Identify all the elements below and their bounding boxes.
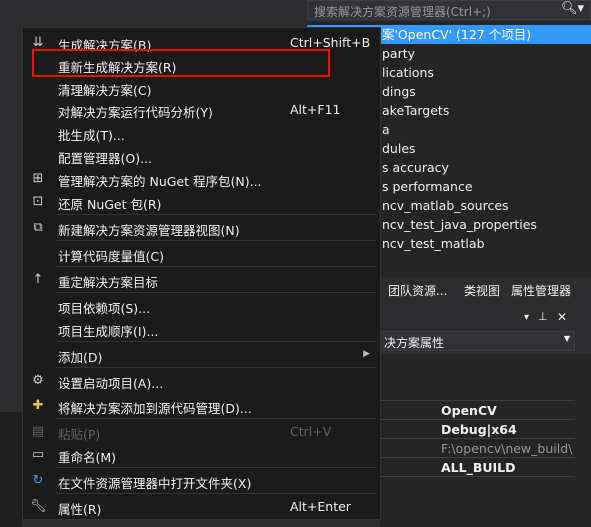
menu-separator <box>56 292 376 293</box>
divider <box>380 476 575 477</box>
menu-separator <box>56 341 376 342</box>
tab-class-view[interactable]: 类视图 <box>464 282 500 299</box>
property-value[interactable]: ALL_BUILD <box>441 460 516 475</box>
menu-separator <box>56 240 376 241</box>
solution-context-menu: ⇊ 生成解决方案(B) Ctrl+Shift+B 重新生成解决方案(R) 清理解… <box>22 27 381 520</box>
menu-item-properties[interactable]: 🔧︎ 属性(R) Alt+Enter <box>23 495 380 519</box>
menu-separator <box>56 467 376 468</box>
close-icon[interactable]: ✕ <box>557 310 567 324</box>
menu-item-retarget-solution[interactable]: ↑ 重定解决方案目标 <box>23 268 380 292</box>
menu-separator <box>56 367 376 368</box>
gear-icon: ⚙ <box>32 373 44 388</box>
divider <box>380 419 575 420</box>
menu-item-clean-solution[interactable]: 清理解决方案(C) <box>23 76 380 100</box>
restore-icon: ⊡ <box>32 194 44 209</box>
menu-separator <box>56 493 376 494</box>
menu-item-project-build-order[interactable]: 项目生成顺序(I)... <box>23 317 380 341</box>
menu-separator <box>56 266 376 267</box>
tab-property-manager[interactable]: 属性管理器 <box>511 282 571 299</box>
menu-item-add[interactable]: 添加(D) ▶ <box>23 343 380 367</box>
menu-item-manage-nuget[interactable]: ⊞ 管理解决方案的 NuGet 程序包(N)... <box>23 167 380 191</box>
nuget-icon: ⊞ <box>32 171 44 186</box>
search-icon[interactable]: 🔍︎▾ <box>561 1 584 16</box>
rename-icon: ▭ <box>31 447 45 462</box>
new-view-icon: ⧉ <box>33 220 43 235</box>
pin-icon[interactable]: ⊥ <box>538 310 548 323</box>
divider <box>380 400 575 401</box>
menu-item-code-metrics[interactable]: 计算代码度量值(C) <box>23 242 380 266</box>
property-value[interactable]: F:\opencv\new_build\ <box>441 441 572 456</box>
search-placeholder: 搜索解决方案资源管理器(Ctrl+;) <box>314 5 491 19</box>
solution-explorer-search[interactable]: 搜索解决方案资源管理器(Ctrl+;) 🔍︎▾ <box>307 0 591 20</box>
property-value[interactable]: OpenCV <box>441 403 497 418</box>
menu-item-configuration-manager[interactable]: 配置管理器(O)... <box>23 144 380 168</box>
submenu-arrow-icon: ▶ <box>363 349 370 359</box>
menu-item-batch-build[interactable]: 批生成(T)... <box>23 121 380 145</box>
wrench-icon: 🔧︎ <box>30 499 47 514</box>
editor-edge <box>0 412 22 527</box>
menu-item-run-code-analysis[interactable]: 对解决方案运行代码分析(Y) Alt+F11 <box>23 98 380 122</box>
tool-window-tabs: 团队资源... 类视图 属性管理器 <box>380 279 591 301</box>
menu-item-restore-nuget[interactable]: ⊡ 还原 NuGet 包(R) <box>23 190 380 214</box>
open-folder-icon: ↻ <box>32 473 44 488</box>
combo-label: 决方案属性 <box>384 336 445 350</box>
menu-separator <box>56 214 376 215</box>
menu-item-set-startup-projects[interactable]: ⚙ 设置启动项目(A)... <box>23 369 380 393</box>
menu-item-new-view[interactable]: ⧉ 新建解决方案资源管理器视图(N) <box>23 216 380 240</box>
menu-item-project-dependencies[interactable]: 项目依赖项(S)... <box>23 294 380 318</box>
menu-item-add-to-source-control[interactable]: ✚ 将解决方案添加到源代码管理(D)... <box>23 394 380 418</box>
menu-item-open-in-explorer[interactable]: ↻ 在文件资源管理器中打开文件夹(X) <box>23 469 380 493</box>
divider <box>380 438 575 439</box>
menu-separator <box>56 418 376 419</box>
menu-item-paste[interactable]: ▤ 粘贴(P) Ctrl+V <box>23 420 380 444</box>
tab-team-explorer[interactable]: 团队资源... <box>388 282 447 299</box>
divider <box>380 457 575 458</box>
properties-header: ▾ ⊥ ✕ <box>380 309 591 329</box>
paste-icon: ▤ <box>31 424 45 439</box>
menu-item-rename[interactable]: ▭ 重命名(M) <box>23 443 380 467</box>
properties-object-combo[interactable]: 决方案属性 ▼ <box>380 331 575 351</box>
highlight-box <box>32 49 330 77</box>
source-control-icon: ✚ <box>32 398 44 413</box>
chevron-down-icon: ▼ <box>563 334 570 343</box>
property-value[interactable]: Debug|x64 <box>441 422 517 437</box>
dropdown-icon[interactable]: ▾ <box>524 312 529 323</box>
retarget-icon: ↑ <box>32 272 44 287</box>
